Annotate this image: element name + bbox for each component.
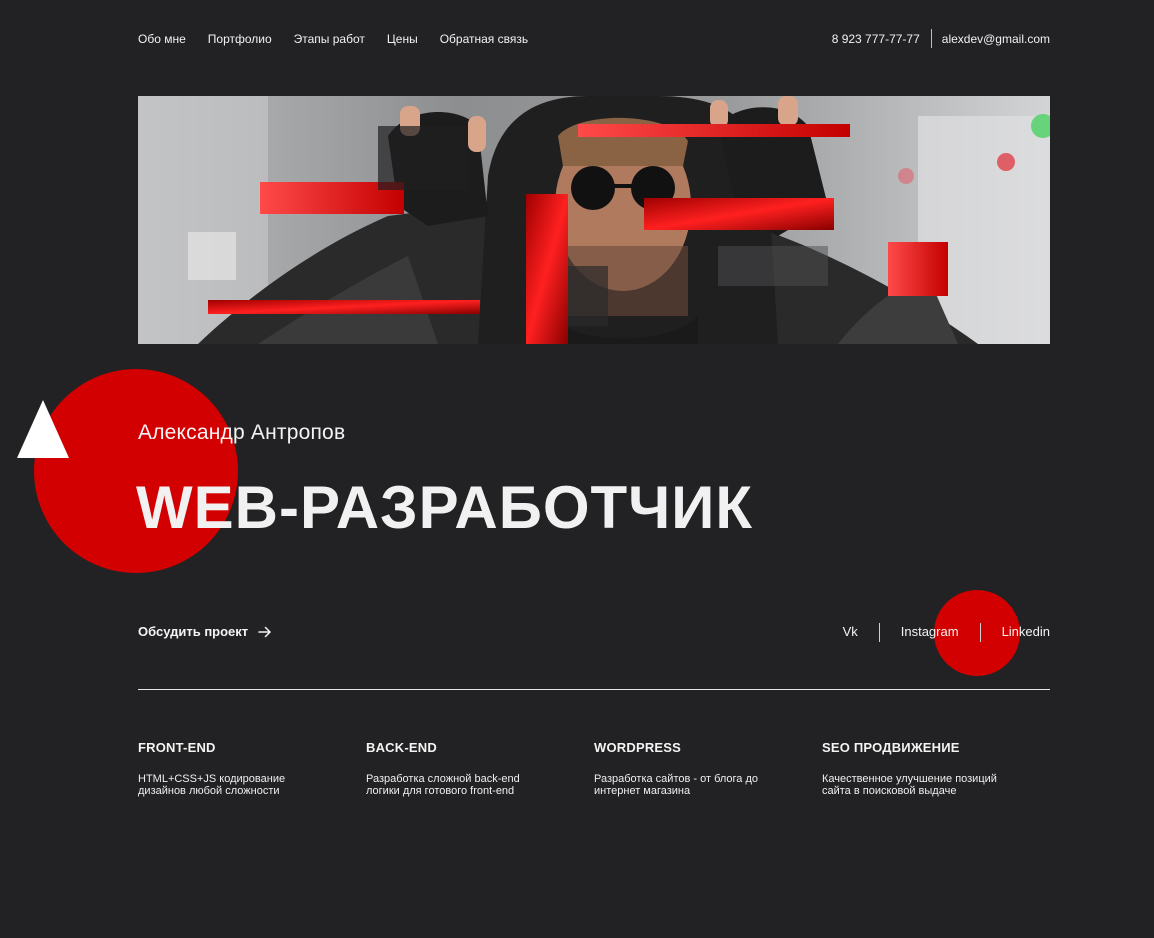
service-title: SEO ПРОДВИЖЕНИЕ bbox=[822, 740, 960, 755]
service-item-wordpress: WORDPRESS Разработка сайтов - от блога д… bbox=[594, 740, 822, 797]
social-link-instagram[interactable]: Instagram bbox=[901, 622, 959, 642]
page-title: WEB-РАЗРАБОТЧИК bbox=[136, 474, 754, 541]
social-links: Vk Instagram Linkedin bbox=[843, 622, 1050, 642]
decor-white-triangle bbox=[17, 400, 69, 458]
social-divider bbox=[979, 622, 981, 642]
contacts-divider bbox=[930, 29, 932, 48]
hero-banner-image bbox=[138, 96, 1050, 344]
social-divider bbox=[878, 622, 880, 642]
service-description: HTML+CSS+JS кодирование дизайнов любой с… bbox=[138, 773, 286, 797]
social-link-vk[interactable]: Vk bbox=[843, 622, 858, 642]
service-description: Разработка сайтов - от блога до интернет… bbox=[594, 773, 759, 797]
nav-item-portfolio[interactable]: Портфолио bbox=[208, 31, 272, 47]
nav-item-prices[interactable]: Цены bbox=[387, 31, 418, 47]
service-item-frontend: FRONT-END HTML+CSS+JS кодирование дизайн… bbox=[138, 740, 366, 797]
email-link[interactable]: alexdev@gmail.com bbox=[942, 30, 1050, 48]
header-contacts: 8 923 777-77-77 alexdev@gmail.com bbox=[832, 29, 1050, 48]
section-divider bbox=[138, 689, 1050, 690]
service-description: Разработка сложной back-end логики для г… bbox=[366, 773, 520, 797]
service-title: FRONT-END bbox=[138, 740, 216, 755]
cta-label: Обсудить проект bbox=[138, 624, 249, 639]
discuss-project-button[interactable]: Обсудить проект bbox=[138, 624, 272, 639]
main-nav: Обо мне Портфолио Этапы работ Цены Обрат… bbox=[138, 31, 528, 47]
nav-item-about[interactable]: Обо мне bbox=[138, 31, 186, 47]
nav-item-feedback[interactable]: Обратная связь bbox=[440, 31, 528, 47]
social-link-linkedin[interactable]: Linkedin bbox=[1002, 622, 1050, 642]
portrait-photo-glitch bbox=[138, 96, 1050, 344]
phone-link[interactable]: 8 923 777-77-77 bbox=[832, 30, 931, 48]
service-item-seo: SEO ПРОДВИЖЕНИЕ Качественное улучшение п… bbox=[822, 740, 1050, 797]
arrow-right-icon bbox=[258, 626, 272, 638]
services-list: FRONT-END HTML+CSS+JS кодирование дизайн… bbox=[138, 740, 1050, 797]
service-description: Качественное улучшение позиций сайта в п… bbox=[822, 773, 997, 797]
service-title: BACK-END bbox=[366, 740, 437, 755]
person-name: Александр Антропов bbox=[138, 421, 346, 444]
service-title: WORDPRESS bbox=[594, 740, 682, 755]
service-item-backend: BACK-END Разработка сложной back-end лог… bbox=[366, 740, 594, 797]
nav-item-stages[interactable]: Этапы работ bbox=[294, 31, 365, 47]
